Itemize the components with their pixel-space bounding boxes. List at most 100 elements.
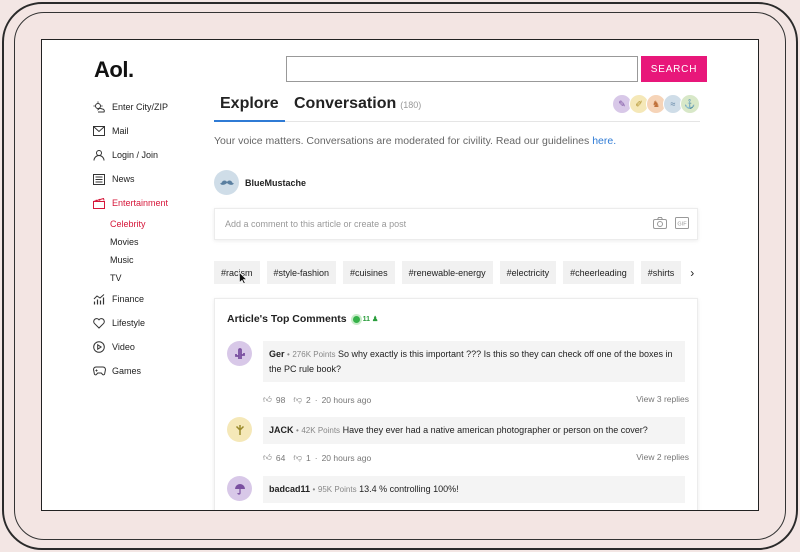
tag-chip[interactable]: #cuisines	[343, 261, 395, 284]
umbrella-avatar-icon	[227, 476, 252, 501]
comment-item: Ger • 276K Points So why exactly is this…	[227, 341, 689, 413]
tag-chip[interactable]: #electricity	[499, 261, 557, 284]
comment-item: badcad11 • 95K Points 13.4 % controlling…	[227, 476, 689, 510]
svg-text:GIF: GIF	[677, 221, 687, 227]
guidelines-link[interactable]: here.	[592, 135, 616, 147]
finance-icon	[92, 292, 106, 306]
nav-item-lifestyle[interactable]: Lifestyle	[92, 311, 222, 335]
comment-time: 20 hours ago	[321, 452, 372, 463]
view-replies-link[interactable]: View 2 replies	[636, 452, 689, 462]
tab-conversation[interactable]: Conversation (180)	[294, 95, 421, 113]
gif-icon[interactable]: GIF	[675, 217, 689, 231]
user-name: BlueMustache	[245, 177, 307, 188]
thumbs-down-icon[interactable]: 👎︎	[293, 452, 302, 463]
like-count: 98	[275, 394, 286, 405]
comment-actions: 👍︎ 64 👎︎ 1 · 20 hours ago	[263, 452, 371, 463]
live-indicator: 11 ♟	[352, 315, 379, 323]
anchor-icon: ⚓	[680, 94, 700, 114]
nav-sub-tv[interactable]: TV	[92, 269, 222, 287]
comment-points: 42K Points	[301, 426, 341, 435]
comment-time: 20 hours ago	[321, 394, 372, 405]
live-count: 11	[362, 315, 370, 323]
participant-avatars: ✎ ✐ ♞ ≈ ⚓	[612, 94, 700, 114]
dislike-count: 2	[306, 394, 311, 405]
comment-text: Have they ever had a native american pho…	[342, 425, 648, 435]
nav-label: Entertainment	[112, 198, 169, 208]
nav-item-weather[interactable]: Enter City/ZIP	[92, 95, 222, 119]
like-count: 64	[275, 452, 286, 463]
separator: ·	[314, 452, 318, 463]
thumbs-up-icon[interactable]: 👍︎	[263, 452, 272, 463]
nav-label: Lifestyle	[112, 318, 146, 328]
tab-explore[interactable]: Explore	[214, 95, 285, 122]
nav-item-mail[interactable]: Mail	[92, 119, 222, 143]
nav-sub-celebrity[interactable]: Celebrity	[92, 215, 222, 233]
comment-author[interactable]: Ger	[269, 349, 285, 359]
person-icon: ♟	[371, 316, 379, 323]
nav-label: Login / Join	[112, 150, 159, 160]
tag-chip[interactable]: #racism	[214, 261, 260, 284]
comment-actions: 👍︎ 98 👎︎ 2 · 20 hours ago	[263, 394, 371, 405]
thumbs-down-icon[interactable]: 👎︎	[293, 394, 302, 405]
dislike-count: 1	[306, 452, 311, 463]
tag-chip[interactable]: #cheerleading	[563, 261, 634, 284]
comment-item: JACK • 42K Points Have they ever had a n…	[227, 417, 689, 477]
guidelines-text: Your voice matters. Conversations are mo…	[214, 135, 616, 147]
nav-item-login[interactable]: Login / Join	[92, 143, 222, 167]
nav-item-video[interactable]: Video	[92, 335, 222, 359]
comment-bubble: Ger • 276K Points So why exactly is this…	[263, 341, 685, 382]
comment-points: 95K Points	[317, 485, 357, 494]
view-replies-link[interactable]: View 3 replies	[636, 394, 689, 404]
comment-points: 276K Points	[292, 350, 336, 359]
heart-icon	[92, 316, 106, 330]
tab-conversation-label: Conversation	[294, 95, 397, 112]
nav-item-news[interactable]: News	[92, 167, 222, 191]
news-icon	[92, 172, 106, 186]
mail-icon	[92, 124, 106, 138]
search-button[interactable]: SEARCH	[641, 56, 707, 82]
camera-icon[interactable]	[653, 217, 667, 231]
tree-avatar-icon	[227, 417, 252, 442]
top-comments-heading: Article's Top Comments	[227, 313, 347, 325]
current-user: BlueMustache	[214, 170, 306, 195]
nav-label: Enter City/ZIP	[112, 102, 169, 112]
entertainment-icon	[92, 196, 106, 210]
comment-tools: GIF	[653, 217, 689, 231]
guidelines-message: Your voice matters. Conversations are mo…	[214, 135, 593, 147]
thumbs-up-icon[interactable]: 👍︎	[263, 394, 272, 405]
gamepad-icon	[92, 364, 106, 378]
nav-sub-movies[interactable]: Movies	[92, 233, 222, 251]
live-dot-icon	[352, 315, 360, 323]
comment-bubble: JACK • 42K Points Have they ever had a n…	[263, 417, 685, 444]
comment-placeholder: Add a comment to this article or create …	[225, 219, 407, 229]
nav-item-finance[interactable]: Finance	[92, 287, 222, 311]
comment-input[interactable]: Add a comment to this article or create …	[214, 208, 698, 240]
play-icon	[92, 340, 106, 354]
nav-item-games[interactable]: Games	[92, 359, 222, 383]
search-input[interactable]	[286, 56, 638, 82]
nav-sub-music[interactable]: Music	[92, 251, 222, 269]
tag-list: #racism #style-fashion #cuisines #renewa…	[214, 261, 694, 284]
tag-chip[interactable]: #style-fashion	[266, 261, 337, 284]
conversation-tabs: Explore Conversation (180) ✎ ✐ ♞ ≈ ⚓	[214, 92, 700, 122]
tag-chip[interactable]: #renewable-energy	[401, 261, 493, 284]
cactus-avatar-icon	[227, 341, 252, 366]
comment-author[interactable]: JACK	[269, 425, 294, 435]
conversation-count: (180)	[400, 100, 422, 110]
nav-label: Mail	[112, 126, 129, 136]
mustache-avatar-icon	[214, 170, 239, 195]
aol-logo[interactable]: Aol.	[94, 57, 134, 83]
nav-label: Video	[112, 342, 135, 352]
chevron-right-icon[interactable]: ›	[690, 266, 694, 280]
comment-author[interactable]: badcad11	[269, 484, 310, 494]
sidebar-nav: Enter City/ZIP Mail Login / Join News En…	[92, 95, 222, 383]
top-comments-panel: Article's Top Comments 11 ♟ Ger • 276K P…	[214, 298, 698, 510]
user-icon	[92, 148, 106, 162]
separator: ·	[314, 394, 318, 405]
mouse-cursor-icon	[239, 272, 247, 284]
nav-item-entertainment[interactable]: Entertainment	[92, 191, 222, 215]
tag-chip[interactable]: #shirts	[640, 261, 682, 284]
nav-label: News	[112, 174, 135, 184]
screen: Aol. SEARCH Enter City/ZIP Mail Login / …	[41, 39, 759, 511]
nav-label: Finance	[112, 294, 145, 304]
